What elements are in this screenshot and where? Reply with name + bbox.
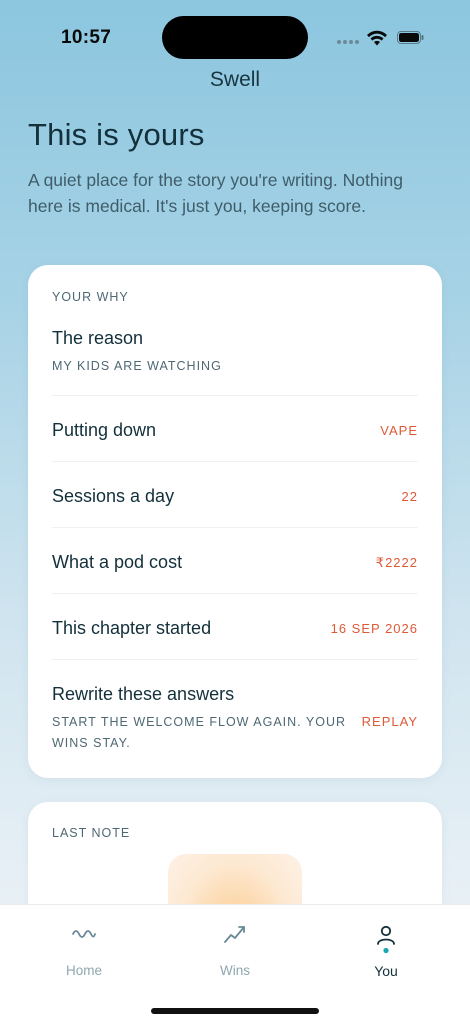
app-title: Swell	[209, 68, 261, 91]
reason-label: The reason	[52, 328, 144, 348]
section-label-last-note: LAST NOTE	[52, 826, 131, 840]
chapter-started-label: This chapter started	[52, 618, 212, 638]
tab-wins[interactable]: Wins	[157, 905, 313, 995]
rewrite-sub: START THE WELCOME FLOW AGAIN. YOUR WINS …	[52, 715, 346, 750]
rewrite-row[interactable]: Rewrite these answers START THE WELCOME …	[52, 660, 418, 765]
pod-cost-row[interactable]: What a pod cost ₹2222	[52, 528, 418, 594]
tab-you-label: You	[374, 963, 398, 979]
tab-you[interactable]: You	[308, 905, 464, 995]
chapter-started-value: 16 SEP 2026	[330, 621, 418, 636]
tab-bar: Home Wins You	[0, 904, 470, 1024]
sessions-label: Sessions a day	[52, 486, 175, 506]
wave-icon	[72, 930, 96, 938]
sessions-row[interactable]: Sessions a day 22	[52, 462, 418, 528]
tab-home-label: Home	[65, 963, 102, 978]
battery-icon	[397, 31, 424, 44]
sessions-value: 22	[401, 489, 418, 504]
your-why-card: YOUR WHY The reason MY KIDS ARE WATCHING…	[28, 265, 442, 778]
rewrite-label: Rewrite these answers	[52, 684, 235, 704]
reason-value: MY KIDS ARE WATCHING	[52, 359, 222, 373]
status-time: 10:57	[61, 27, 112, 48]
home-indicator[interactable]	[151, 1008, 319, 1014]
section-label-your-why: YOUR WHY	[52, 290, 129, 304]
reason-row[interactable]: The reason MY KIDS ARE WATCHING	[52, 315, 418, 396]
wifi-icon	[367, 30, 387, 46]
replay-button[interactable]: REPLAY	[362, 714, 418, 729]
putting-down-row[interactable]: Putting down VAPE	[52, 396, 418, 462]
tab-wins-label: Wins	[220, 963, 250, 978]
page-title: This is yours	[28, 117, 205, 152]
pod-cost-label: What a pod cost	[52, 552, 183, 572]
signal-icon	[337, 40, 359, 44]
dynamic-island	[162, 16, 308, 59]
putting-down-value: VAPE	[380, 423, 418, 438]
pod-cost-value: ₹2222	[375, 555, 418, 570]
chapter-started-row[interactable]: This chapter started 16 SEP 2026	[52, 594, 418, 660]
putting-down-label: Putting down	[52, 420, 157, 440]
person-icon	[377, 925, 395, 954]
page-subtitle: A quiet place for the story you're writi…	[28, 170, 403, 216]
trend-icon	[224, 926, 245, 943]
status-bar: 10:57	[0, 0, 470, 76]
tab-home[interactable]: Home	[6, 905, 162, 995]
